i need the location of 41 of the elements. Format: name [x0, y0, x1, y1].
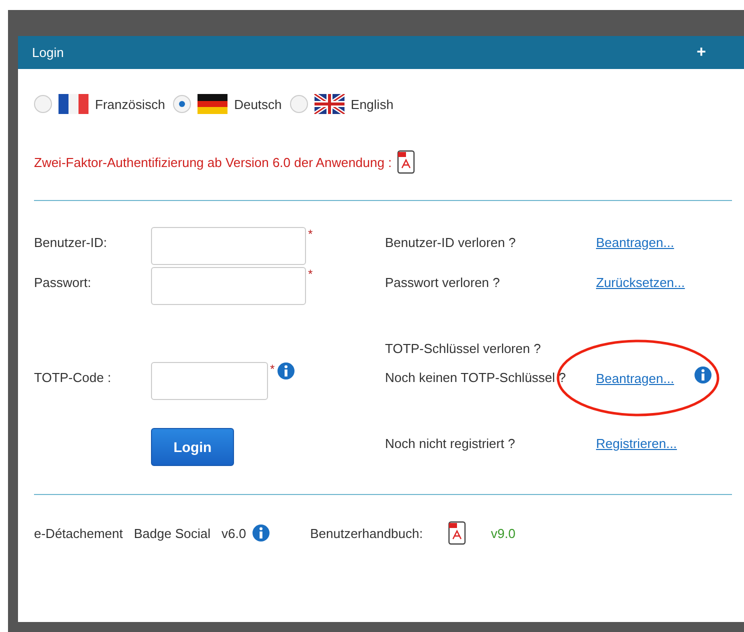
radio-button[interactable]	[290, 95, 308, 113]
manual-label: Benutzerhandbuch:	[310, 526, 423, 540]
question-text: TOTP-Schlüssel verloren ?	[385, 341, 542, 358]
flag-icon	[314, 94, 345, 114]
required-mark: *	[270, 362, 275, 376]
info-icon[interactable]	[694, 366, 712, 384]
field-label: Benutzer-ID:	[34, 234, 108, 250]
language-label: English	[350, 96, 394, 112]
link[interactable]: Beantragen...	[596, 235, 674, 250]
expand-button[interactable]: +	[696, 44, 706, 62]
input-field[interactable]	[151, 227, 306, 265]
required-mark: *	[308, 267, 313, 281]
question-text: Passwort verloren ?	[385, 274, 501, 290]
login-button[interactable]: Login	[151, 428, 234, 466]
link[interactable]: Beantragen...	[596, 371, 674, 386]
language-label: Französisch	[95, 96, 166, 112]
input-field[interactable]	[151, 267, 306, 305]
field-label: TOTP-Code :	[34, 369, 112, 385]
input-field[interactable]	[151, 362, 268, 400]
pdf-icon[interactable]	[446, 521, 467, 545]
info-icon[interactable]	[276, 362, 295, 380]
flag-icon	[197, 94, 228, 114]
radio-button[interactable]	[34, 95, 52, 113]
link[interactable]: Registrieren...	[596, 436, 677, 451]
field-label: Passwort:	[34, 274, 92, 290]
required-mark: *	[308, 227, 313, 241]
notice-text: Zwei-Faktor-Authentifizierung ab Version 6.0 der Anwendung :	[34, 154, 392, 170]
window-title: Login	[32, 45, 64, 60]
app-name: e-Détachement	[34, 526, 123, 540]
question-text: Noch keinen TOTP-Schlüssel ?	[385, 369, 567, 385]
question-text: Benutzer-ID verloren ?	[385, 234, 517, 250]
product-name: Badge Social	[134, 526, 211, 540]
version-text: v6.0	[222, 526, 246, 540]
info-icon[interactable]	[252, 524, 270, 542]
flag-icon	[58, 94, 89, 114]
manual-version: v9.0	[490, 526, 516, 540]
language-label: Deutsch	[234, 96, 282, 112]
pdf-icon[interactable]	[396, 150, 416, 174]
link[interactable]: Zurücksetzen...	[596, 275, 685, 290]
question-text: Noch nicht registriert ?	[385, 435, 516, 451]
radio-button[interactable]	[173, 95, 192, 113]
